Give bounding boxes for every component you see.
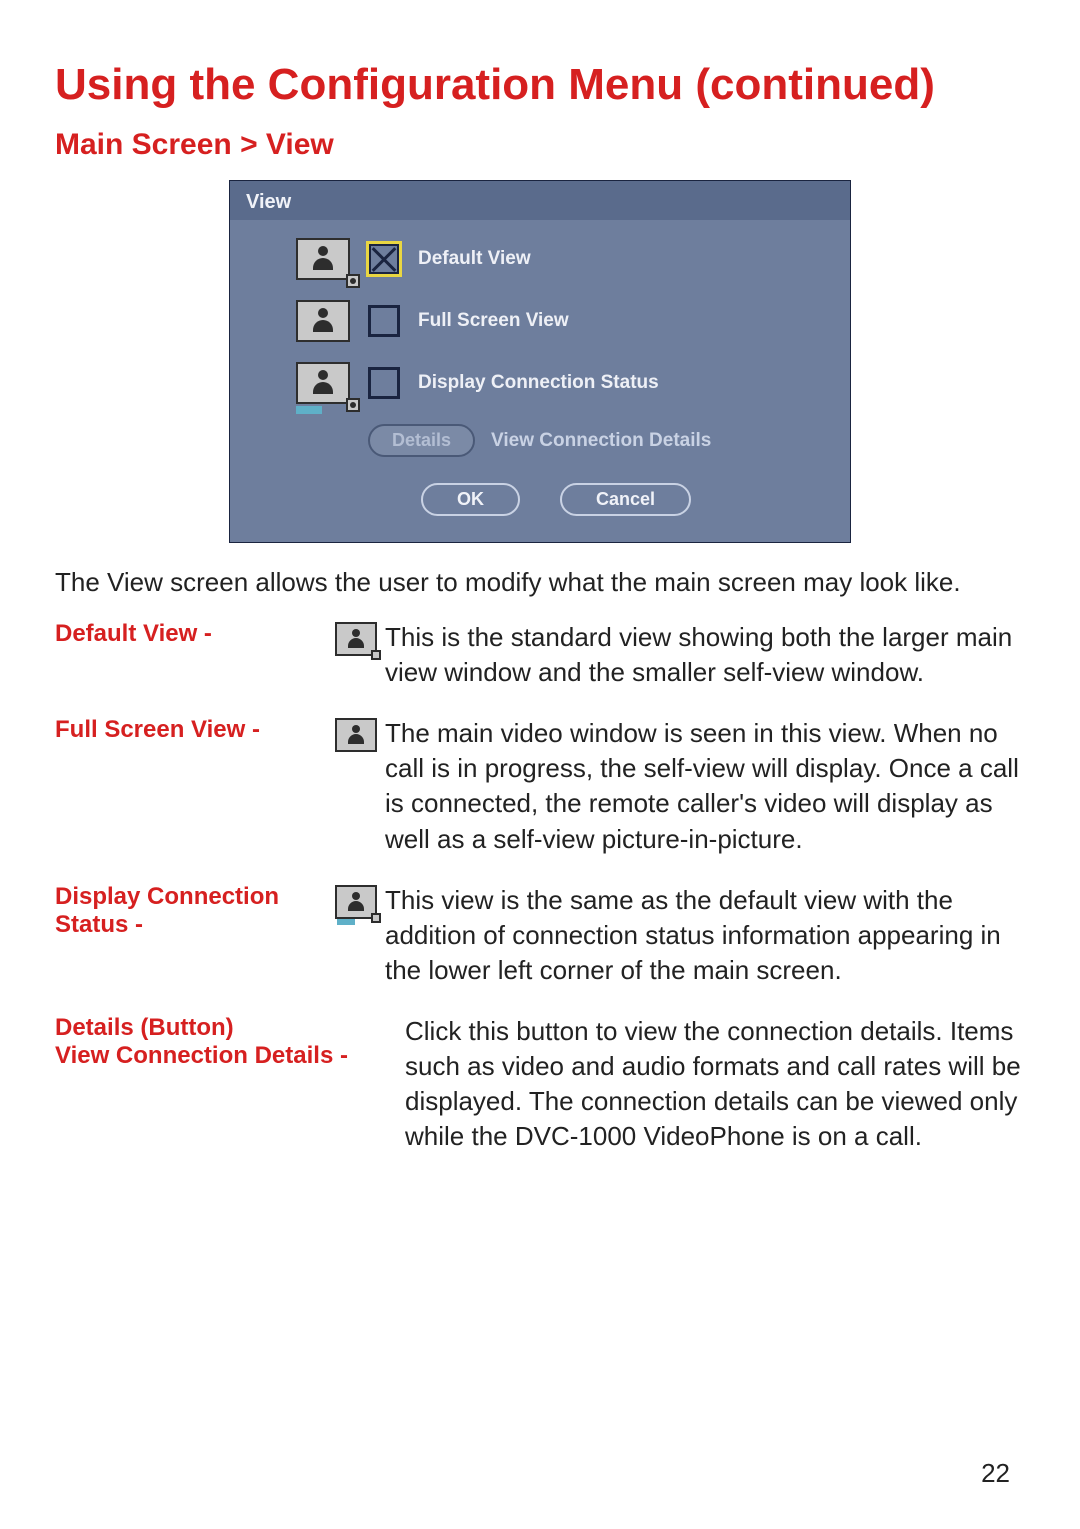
option-label: Display Connection Status	[418, 372, 659, 394]
definition-view-connection-details: Details (Button) View Connection Details…	[55, 1014, 1025, 1154]
details-button[interactable]: Details	[368, 424, 475, 457]
intro-text: The View screen allows the user to modif…	[55, 565, 1025, 600]
definition-text: The main video window is seen in this vi…	[385, 716, 1025, 856]
option-label: Default View	[418, 248, 531, 270]
option-label: Full Screen View	[418, 310, 569, 332]
breadcrumb: Main Screen > View	[55, 128, 1025, 162]
default-view-icon	[296, 238, 350, 280]
definition-text: Click this button to view the connection…	[405, 1014, 1025, 1154]
page-title: Using the Configuration Menu (continued)	[55, 60, 1025, 110]
full-screen-icon	[296, 300, 350, 342]
view-dialog: View Default View Full Screen View	[229, 180, 851, 543]
definition-label: Default View -	[55, 620, 335, 648]
cancel-button[interactable]: Cancel	[560, 483, 691, 516]
definition-label: Display Connection Status -	[55, 883, 335, 939]
view-connection-details-label: View Connection Details	[491, 430, 711, 452]
definition-label: Full Screen View -	[55, 716, 335, 744]
definition-display-connection-status: Display Connection Status - This view is…	[55, 883, 1025, 988]
default-view-checkbox[interactable]	[368, 243, 400, 275]
dialog-title: View	[230, 181, 850, 220]
option-display-connection-status: Display Connection Status	[290, 362, 822, 404]
full-screen-checkbox[interactable]	[368, 305, 400, 337]
definition-default-view: Default View - This is the standard view…	[55, 620, 1025, 690]
connection-status-thumb-icon	[335, 883, 385, 919]
full-screen-thumb-icon	[335, 716, 385, 752]
definition-label: Details (Button) View Connection Details…	[55, 1014, 405, 1070]
definition-full-screen-view: Full Screen View - The main video window…	[55, 716, 1025, 856]
connection-status-icon	[296, 362, 350, 404]
definition-text: This view is the same as the default vie…	[385, 883, 1025, 988]
option-default-view: Default View	[290, 238, 822, 280]
definition-text: This is the standard view showing both t…	[385, 620, 1025, 690]
page-number: 22	[981, 1458, 1010, 1489]
option-full-screen-view: Full Screen View	[290, 300, 822, 342]
connection-status-checkbox[interactable]	[368, 367, 400, 399]
default-view-thumb-icon	[335, 620, 385, 656]
ok-button[interactable]: OK	[421, 483, 520, 516]
